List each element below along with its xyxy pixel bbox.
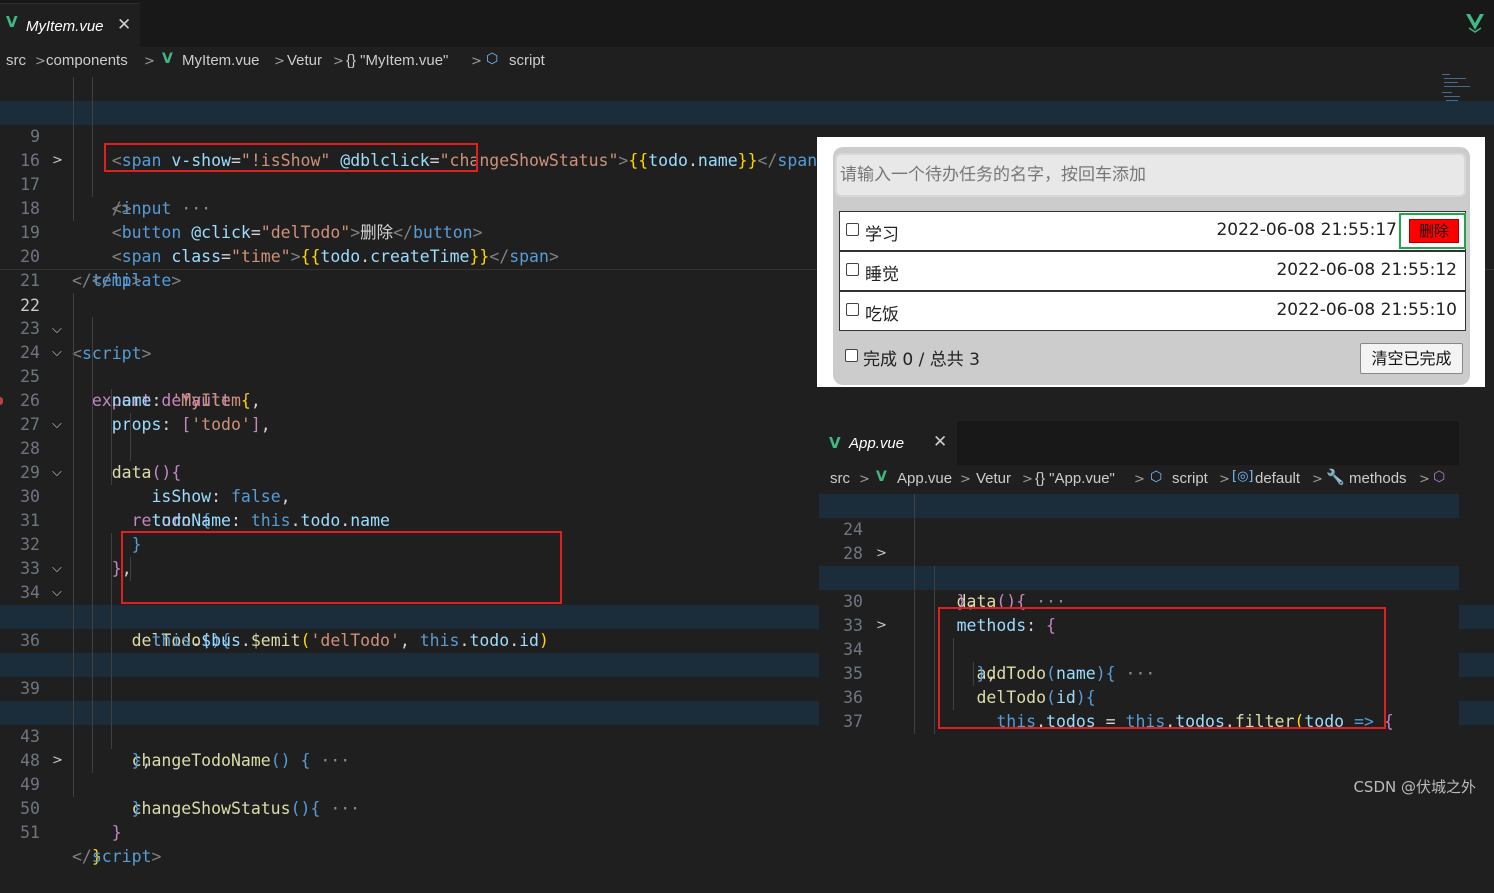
breadcrumb-item[interactable]: script xyxy=(509,52,545,69)
vue-file-icon: V xyxy=(876,469,887,485)
breadcrumb-item[interactable]: src xyxy=(830,470,850,487)
clear-done-button[interactable]: 清空已完成 xyxy=(1360,343,1463,374)
chevron-right-icon: > xyxy=(1312,472,1323,487)
vue-extension-icon[interactable] xyxy=(1465,12,1485,38)
select-all-checkbox[interactable] xyxy=(845,349,858,362)
todo-item[interactable]: 学习 2022-06-08 21:55:17 xyxy=(839,211,1466,251)
code-line: 24 > data(){ ··· xyxy=(819,494,1459,611)
tab-label: App.vue xyxy=(849,435,905,452)
line-number: 38 xyxy=(819,734,863,735)
highlight-box xyxy=(104,143,478,172)
code-line: 30 > addTodo(name){ ··· xyxy=(819,566,1459,683)
chevron-right-icon: > xyxy=(471,54,482,69)
chevron-right-icon: > xyxy=(1022,472,1033,487)
vue-file-icon: V xyxy=(6,13,18,31)
todo-time: 2022-06-08 21:55:12 xyxy=(1276,260,1457,280)
breadcrumb-item[interactable]: {} "MyItem.vue" xyxy=(346,52,448,69)
wrench-icon: 🔧 xyxy=(1326,468,1345,486)
todo-checkbox[interactable] xyxy=(846,263,859,276)
code-line: 28 }, xyxy=(819,518,1459,611)
chevron-right-icon: > xyxy=(144,54,155,69)
todo-item[interactable]: 睡觉 2022-06-08 21:55:12 xyxy=(839,251,1466,291)
highlight-box xyxy=(121,531,562,604)
cube-icon: ⬡ xyxy=(1150,469,1163,485)
code-line: 8 <span v-show="!isShow" @dblclick="chan… xyxy=(0,77,1494,170)
code-line: 51 </script> xyxy=(0,797,1494,866)
todo-input[interactable]: 请输入一个待办任务的名字，按回车添加 xyxy=(835,153,1466,197)
code-line: 49 } xyxy=(0,749,1494,842)
cube-icon: ⬡ xyxy=(1433,469,1446,485)
todo-name: 睡觉 xyxy=(865,265,899,285)
chevron-right-icon: > xyxy=(274,54,285,69)
breadcrumb-item[interactable]: Vetur xyxy=(976,470,1011,487)
close-icon[interactable]: ✕ xyxy=(933,432,947,452)
breadcrumb: src > components > V MyItem.vue > Vetur … xyxy=(0,47,1494,74)
watermark: CSDN @伏城之外 xyxy=(1353,778,1476,796)
chevron-right-icon: > xyxy=(333,54,344,69)
cube-icon: ⬡ xyxy=(486,51,499,67)
breadcrumb: src > V App.vue > Vetur > {} "App.vue" >… xyxy=(819,465,1459,492)
module-icon: [◎] xyxy=(1232,469,1254,484)
line-number: 51 xyxy=(20,823,40,842)
code-line: 27 ⌵ return { xyxy=(0,389,1494,530)
chevron-right-icon: > xyxy=(35,54,46,69)
close-icon[interactable]: ✕ xyxy=(117,15,131,35)
code-line: 29 methods: { xyxy=(819,542,1459,635)
chevron-right-icon: > xyxy=(1134,472,1145,487)
todo-checkbox[interactable] xyxy=(846,223,859,236)
breadcrumb-item[interactable]: MyItem.vue xyxy=(182,52,260,69)
breadcrumb-item[interactable]: default xyxy=(1255,470,1300,487)
tab-myitem[interactable]: V MyItem.vue ✕ xyxy=(0,3,140,48)
breadcrumb-item[interactable]: Vetur xyxy=(287,52,322,69)
highlight-box xyxy=(938,607,1386,729)
code-text: </script> xyxy=(72,847,162,866)
breadcrumb-item[interactable]: script xyxy=(1172,470,1208,487)
todo-checkbox[interactable] xyxy=(846,303,859,316)
todo-time: 2022-06-08 21:55:17 xyxy=(1216,220,1397,240)
chevron-right-icon: > xyxy=(1419,472,1430,487)
vue-file-icon: V xyxy=(162,51,173,67)
chevron-right-icon: > xyxy=(859,472,870,487)
tab-app-vue[interactable]: V App.vue ✕ xyxy=(819,421,957,465)
todo-item[interactable]: 吃饭 2022-06-08 21:55:10 xyxy=(839,291,1466,331)
highlight-box xyxy=(1399,213,1466,249)
breadcrumb-item[interactable]: methods xyxy=(1349,470,1407,487)
breakpoint-icon[interactable] xyxy=(0,397,3,405)
tab-bar xyxy=(0,0,1494,47)
todo-name: 吃饭 xyxy=(865,305,899,325)
code-line: 50 } xyxy=(0,773,1494,866)
breadcrumb-item[interactable]: src xyxy=(6,52,26,69)
breadcrumb-item[interactable]: App.vue xyxy=(897,470,952,487)
code-text: return todo.id !== id xyxy=(897,734,1225,735)
chevron-right-icon: > xyxy=(960,472,971,487)
tab-label: MyItem.vue xyxy=(26,18,104,35)
todo-name: 学习 xyxy=(865,225,899,245)
breadcrumb-item[interactable]: components xyxy=(46,52,128,69)
chevron-right-icon: > xyxy=(1219,472,1230,487)
code-line: 9 > <input ··· xyxy=(0,101,1494,218)
todo-footer-count: 完成 0 / 总共 3 xyxy=(863,350,980,370)
code-text: } xyxy=(111,823,122,842)
breadcrumb-item[interactable]: {} "App.vue" xyxy=(1035,470,1115,487)
vue-file-icon: V xyxy=(829,434,841,452)
todo-time: 2022-06-08 21:55:10 xyxy=(1276,300,1457,320)
